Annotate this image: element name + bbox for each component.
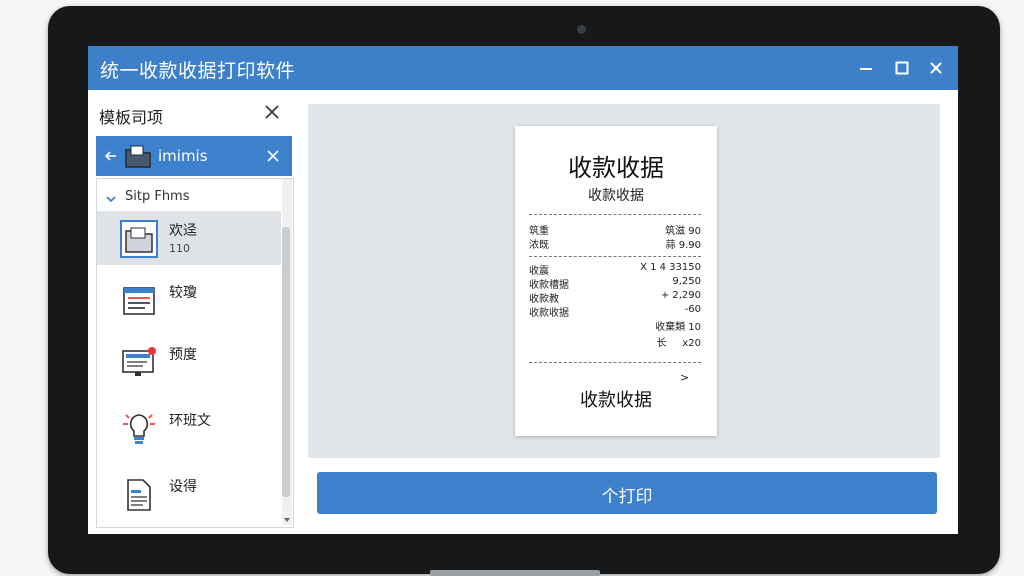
lightbulb-icon	[123, 414, 155, 444]
panel-close-button[interactable]	[264, 104, 284, 124]
template-item-label: 较瓊	[169, 285, 197, 301]
receipt-row-value: + 2,290	[660, 290, 701, 301]
app-window: 统一收款收据打印软件 模板司项 imimis Sitp Fhms 欢迳 110 …	[88, 46, 958, 534]
template-panel: 模板司项 imimis Sitp Fhms 欢迳 110 较瓊 预度 环班文 设…	[96, 96, 294, 528]
folder-icon	[120, 220, 158, 258]
receipt-row-value: 蒜 9.90	[665, 240, 701, 251]
form-list-icon	[123, 287, 155, 315]
webcam-dot	[577, 25, 586, 34]
receipt-row-value: 9,250	[672, 276, 701, 287]
receipt-row: 收款收据 -60	[529, 304, 701, 319]
template-item-5[interactable]: 设得	[97, 467, 281, 521]
minimize-icon	[860, 68, 872, 70]
scroll-down-icon[interactable]	[283, 517, 291, 523]
template-list: Sitp Fhms 欢迳 110 较瓊 预度 环班文 设得	[96, 178, 294, 528]
receipt-row-value: 筑滋 90	[665, 226, 701, 237]
receipt-row-key: 收款槽据	[529, 280, 569, 291]
receipt-footer: 收款收据	[580, 390, 652, 411]
receipt-row-key: 收款教	[529, 294, 559, 305]
section-header: Sitp Fhms	[125, 189, 190, 204]
receipt-row: 收款教 + 2,290	[529, 290, 701, 305]
close-icon	[265, 105, 279, 119]
maximize-icon	[895, 61, 909, 75]
template-item-2[interactable]: 较瓊	[97, 273, 281, 327]
folder-icon	[125, 145, 151, 168]
print-button[interactable]: 个打印	[317, 472, 937, 514]
receipt-row-value: 长 x20	[656, 338, 701, 349]
minimize-button[interactable]	[856, 58, 876, 78]
template-item-label: 预度	[169, 347, 197, 363]
maximize-button[interactable]	[892, 58, 912, 78]
template-item-3[interactable]: 预度	[97, 335, 281, 389]
receipt-row: 收款槽据 9,250	[529, 276, 701, 291]
template-item-4[interactable]: 环班文	[97, 401, 281, 455]
scrollbar[interactable]	[282, 179, 292, 525]
scrollbar-thumb[interactable]	[282, 227, 290, 497]
template-item-label: 欢迳	[169, 223, 197, 239]
receipt-divider	[529, 214, 701, 215]
panel-title: 模板司项	[99, 108, 164, 127]
close-button[interactable]	[926, 58, 946, 78]
receipt-row-value: 收棄類 10	[655, 322, 701, 333]
file-tab[interactable]: imimis	[96, 136, 292, 176]
template-item-count: 110	[169, 242, 190, 255]
receipt-row-key: 筑重	[529, 226, 549, 237]
receipt-title: 收款收据	[568, 154, 664, 182]
receipt-divider	[529, 256, 701, 257]
close-icon[interactable]	[266, 149, 280, 163]
print-button-label: 个打印	[601, 487, 653, 507]
receipt-row-key: 收震	[529, 266, 549, 277]
receipt-row: 浓既 蒜 9.90	[529, 236, 701, 251]
document-icon	[127, 479, 151, 511]
receipt-subtitle: 收款收据	[588, 188, 644, 204]
title-bar: 统一收款收据打印软件	[88, 46, 958, 90]
window-title: 统一收款收据打印软件	[100, 60, 296, 82]
monitor-icon	[122, 347, 156, 376]
monitor-stand	[430, 570, 600, 576]
receipt-row-key: 浓既	[529, 240, 549, 251]
receipt-preview-area: 收款收据 收款收据 筑重 筑滋 90 浓既 蒜 9.90 收震 X 1 4 33…	[308, 104, 940, 458]
close-icon	[930, 62, 942, 74]
template-item-label: 环班文	[169, 413, 211, 429]
receipt-preview: 收款收据 收款收据 筑重 筑滋 90 浓既 蒜 9.90 收震 X 1 4 33…	[515, 126, 717, 436]
receipt-row: 长 x20	[529, 334, 701, 349]
receipt-row: 筑重 筑滋 90	[529, 222, 701, 237]
receipt-row-value: X 1 4 33150	[640, 262, 701, 273]
template-item-1[interactable]: 欢迳 110	[97, 211, 281, 265]
file-tab-label: imimis	[158, 147, 208, 165]
receipt-row-key: 收款收据	[529, 308, 569, 319]
receipt-row: 收棄類 10	[529, 318, 701, 333]
chevron-down-icon[interactable]	[105, 193, 117, 205]
back-arrow-icon	[104, 151, 116, 161]
receipt-row: 收震 X 1 4 33150	[529, 262, 701, 277]
receipt-arrow: >	[680, 371, 690, 384]
receipt-row-value: -60	[684, 304, 701, 315]
receipt-divider	[529, 362, 701, 363]
template-item-label: 设得	[169, 479, 197, 495]
